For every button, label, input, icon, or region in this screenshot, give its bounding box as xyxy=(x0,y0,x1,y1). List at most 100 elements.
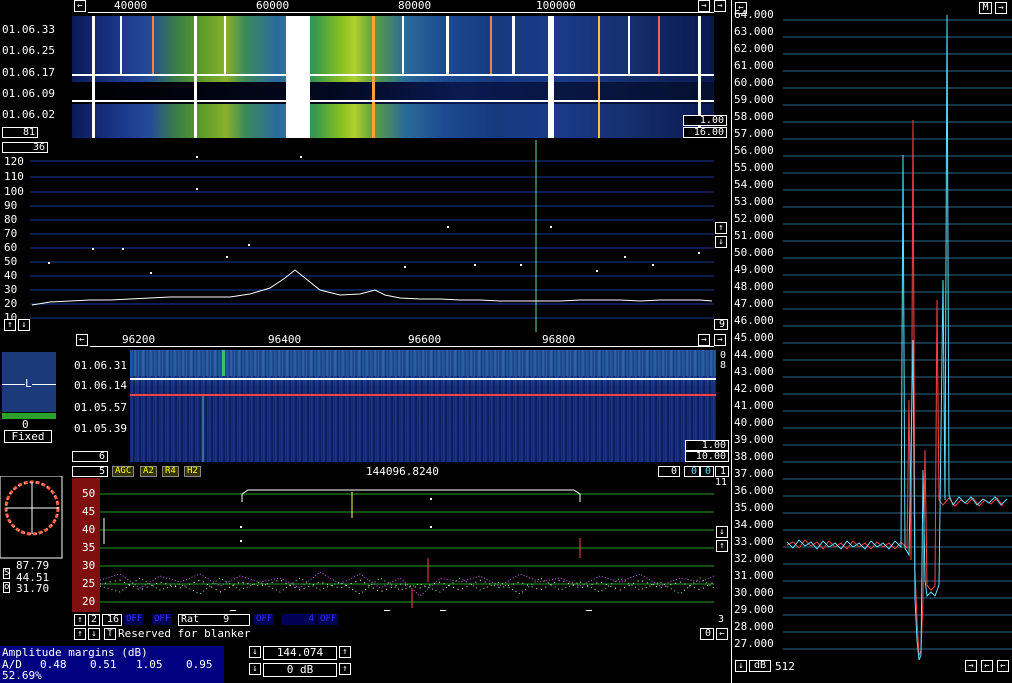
right-y-label-27: 27.000 xyxy=(734,637,774,650)
spectrum-up-arrow-button[interactable]: ↑ xyxy=(4,319,16,331)
top-spectrum-plot[interactable] xyxy=(0,140,729,332)
ad-value-3: 1.05 xyxy=(136,658,163,671)
top-waterfall-image[interactable] xyxy=(72,16,714,138)
baseband-off-tag-3[interactable]: OFF xyxy=(254,614,275,625)
top-freq-label-4: 100000 xyxy=(536,0,576,12)
right-panel-db-box[interactable]: dB xyxy=(749,660,771,672)
baseband-num-4-tag[interactable]: 4 xyxy=(282,614,316,625)
right-panel-fft-size: 512 xyxy=(775,660,795,673)
polar-plot[interactable] xyxy=(0,476,64,560)
baseband-y-label-50: 50 xyxy=(82,487,96,500)
a2-tag[interactable]: A2 xyxy=(140,466,157,477)
baseband-right-box-1[interactable]: 0 xyxy=(658,466,680,477)
small-rx-green-bar xyxy=(2,413,56,419)
baseband-frequency: 144096.8240 xyxy=(366,465,439,478)
top-waterfall-panel: ← → → 40000 60000 80000 100000 01.06.33 … xyxy=(0,0,729,140)
right-panel-bottom-right-2[interactable]: ← xyxy=(981,660,993,672)
baseband-right-num: 11 xyxy=(715,477,728,488)
baseband-panel: 5 AGC A2 R4 H2 144096.8240 0 0 0 1 11 50… xyxy=(72,464,729,644)
spectrum-right-up-button[interactable]: ↑ xyxy=(715,222,727,234)
mid-waterfall-panel: ← → → 96200 96400 96600 96800 01.06.31 0… xyxy=(72,334,729,464)
top-waterfall-left-box[interactable]: 81 xyxy=(2,127,38,138)
mid-right-arrow2-button[interactable]: → xyxy=(714,334,726,346)
baseband-off-tag-1[interactable]: OFF xyxy=(124,614,145,625)
top-right-arrow-button[interactable]: → xyxy=(698,0,710,12)
right-y-label-33: 33.000 xyxy=(734,535,774,548)
baseband-bottom-right-arrow[interactable]: ← xyxy=(716,628,728,640)
mid-waterfall-left-box[interactable]: 6 xyxy=(72,451,108,462)
spectrum-right-down-button[interactable]: ↓ xyxy=(715,236,727,248)
mid-right-arrow-button[interactable]: → xyxy=(698,334,710,346)
agc-tag[interactable]: AGC xyxy=(112,466,135,477)
mid-waterfall-gain-box[interactable]: 1.00 xyxy=(685,440,729,451)
right-y-label-61: 61.000 xyxy=(734,59,774,72)
rat-box[interactable]: Rat 9 xyxy=(178,614,250,626)
top-right-arrow2-button[interactable]: → xyxy=(714,0,726,12)
top-time-label-2: 01.06.25 xyxy=(2,44,55,57)
baseband-y-label-20: 20 xyxy=(82,595,96,608)
baseband-num-2[interactable]: 2 xyxy=(88,614,100,626)
gain-display[interactable]: 0 dB xyxy=(263,663,337,677)
baseband-right-box-2[interactable]: 0 xyxy=(684,466,700,477)
baseband-y-label-45: 45 xyxy=(82,505,96,518)
top-waterfall-range-box[interactable]: 16.00 xyxy=(683,127,727,138)
right-y-label-49: 49.000 xyxy=(734,263,774,276)
mid-time-label-2: 01.06.14 xyxy=(74,379,127,392)
right-y-label-39: 39.000 xyxy=(734,433,774,446)
right-panel-down-button[interactable]: ↓ xyxy=(735,660,747,672)
top-time-label-4: 01.06.09 xyxy=(2,87,55,100)
right-y-label-44: 44.000 xyxy=(734,348,774,361)
baseband-bottom-right-box[interactable]: 0 xyxy=(700,628,714,640)
mid-time-label-1: 01.06.31 xyxy=(74,359,127,372)
gain-down-button[interactable]: ↓ xyxy=(249,663,261,675)
polar-o-value: 31.70 xyxy=(16,582,50,595)
mid-left-arrow-button[interactable]: ← xyxy=(76,334,88,346)
baseband-num-16[interactable]: 16 xyxy=(102,614,122,626)
right-y-label-58: 58.000 xyxy=(734,110,774,123)
baseband-plot[interactable] xyxy=(100,478,716,612)
mid-waterfall-range-box[interactable]: 10.00 xyxy=(685,451,729,462)
baseband-right-up-button[interactable]: ↑ xyxy=(716,540,728,552)
right-y-label-55: 55.000 xyxy=(734,161,774,174)
right-y-label-54: 54.000 xyxy=(734,178,774,191)
right-y-label-36: 36.000 xyxy=(734,484,774,497)
right-y-label-63: 63.000 xyxy=(734,25,774,38)
top-time-label-5: 01.06.02 xyxy=(2,108,55,121)
right-panel-bottom-right-3[interactable]: ← xyxy=(997,660,1009,672)
small-rx-mode-button[interactable]: Fixed xyxy=(4,430,52,443)
ad-value-4: 0.95 xyxy=(186,658,213,671)
baseband-right-box-3[interactable]: 0 xyxy=(700,466,714,477)
baseband-up2-button[interactable]: ↑ xyxy=(74,628,86,640)
spectrum-down-arrow-button[interactable]: ↓ xyxy=(18,319,30,331)
spectrum-y-label-120: 120 xyxy=(4,155,24,168)
freq-down-button[interactable]: ↓ xyxy=(249,646,261,658)
top-waterfall-gain-box[interactable]: 1.00 xyxy=(683,115,727,126)
amplitude-margins-label: Amplitude margins (dB) xyxy=(2,646,148,659)
baseband-left-box[interactable]: 5 xyxy=(72,466,108,477)
baseband-down2-button[interactable]: ↓ xyxy=(88,628,100,640)
polar-panel: S 87.79 44.51 o 31.70 xyxy=(0,476,64,596)
gain-up-button[interactable]: ↑ xyxy=(339,663,351,675)
top-left-arrow-button[interactable]: ← xyxy=(74,0,86,12)
freq-display[interactable]: 144.074 xyxy=(263,646,337,660)
spectrum-bottom-right-box[interactable]: 9 xyxy=(714,319,728,330)
freq-up-button[interactable]: ↑ xyxy=(339,646,351,658)
h2-tag[interactable]: H2 xyxy=(184,466,201,477)
baseband-y-label-40: 40 xyxy=(82,523,96,536)
spectrum-y-label-90: 90 xyxy=(4,199,18,212)
right-y-label-37: 37.000 xyxy=(734,467,774,480)
polar-s-label: S xyxy=(3,568,11,579)
right-panel-bottom-right-1[interactable]: → xyxy=(965,660,977,672)
mid-time-label-3: 01.05.57 xyxy=(74,401,127,414)
mid-freq-label-3: 96600 xyxy=(408,333,442,346)
baseband-off-tag-2[interactable]: OFF xyxy=(152,614,173,625)
top-freq-label-1: 40000 xyxy=(114,0,148,12)
r4-tag[interactable]: R4 xyxy=(162,466,179,477)
baseband-t-button[interactable]: T xyxy=(104,628,116,640)
baseband-right-down-button[interactable]: ↓ xyxy=(716,526,728,538)
baseband-up-button[interactable]: ↑ xyxy=(74,614,86,626)
baseband-right-box-4[interactable]: 1 xyxy=(715,466,729,477)
spectrum-y-label-20: 20 xyxy=(4,297,18,310)
mid-waterfall-image[interactable] xyxy=(130,350,716,462)
baseband-off-tag-4[interactable]: OFF xyxy=(318,614,339,625)
